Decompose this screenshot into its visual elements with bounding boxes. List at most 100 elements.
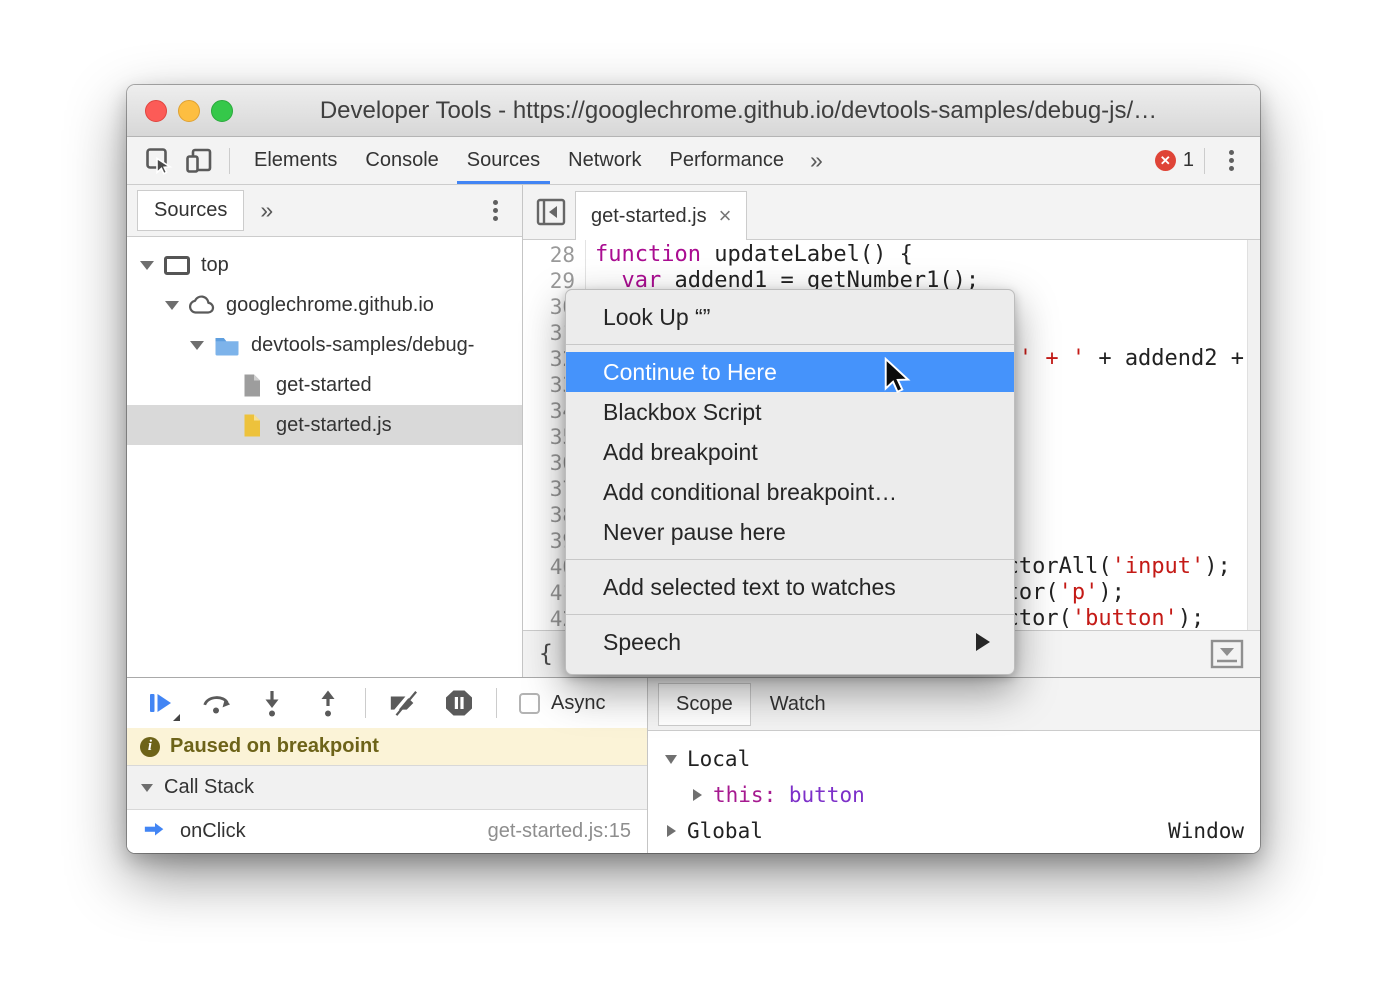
resume-script-icon[interactable] — [145, 688, 175, 718]
editor-scrollbar[interactable] — [1247, 240, 1260, 630]
scope-watch-tabs: Scope Watch — [648, 678, 1260, 731]
context-menu: Look Up “” Continue to HereBlackbox Scrip… — [565, 289, 1015, 675]
tab-scope[interactable]: Scope — [658, 683, 751, 726]
frame-location: get-started.js:15 — [488, 820, 631, 843]
step-out-icon[interactable] — [313, 688, 343, 718]
line-number[interactable]: 28 — [523, 242, 585, 268]
menu-item-label: Speech — [603, 622, 681, 662]
tree-item-get-started-js[interactable]: get-started.js — [127, 405, 522, 445]
step-into-icon[interactable] — [257, 688, 287, 718]
debugger-toolbar: Async — [127, 678, 647, 728]
minimize-window-button[interactable] — [178, 100, 200, 122]
menu-separator — [566, 344, 1014, 345]
menu-item-continue-to-here[interactable]: Continue to Here — [566, 352, 1014, 392]
async-checkbox[interactable] — [519, 693, 540, 714]
mouse-cursor-icon — [879, 357, 913, 398]
frame-icon — [162, 256, 192, 275]
zoom-window-button[interactable] — [211, 100, 233, 122]
call-stack-header[interactable]: Call Stack — [127, 765, 647, 810]
scope-section-label: Local — [687, 747, 750, 771]
error-badge[interactable]: ✕ 1 — [1155, 149, 1194, 172]
panel-tab-console[interactable]: Console — [351, 137, 452, 184]
menu-item-look-up[interactable]: Look Up “” — [566, 297, 1014, 337]
kebab-menu-icon[interactable] — [1215, 150, 1248, 171]
tree-item-label: devtools-samples/debug- — [251, 334, 474, 357]
call-stack-frame[interactable]: onClick get-started.js:15 — [127, 810, 647, 853]
tab-watch[interactable]: Watch — [751, 693, 845, 716]
navigator-header: Sources » — [127, 185, 522, 237]
tree-item-googlechrome-github-io[interactable]: googlechrome.github.io — [127, 285, 522, 325]
chevron-down-icon — [189, 341, 205, 350]
debugger-section: Async i Paused on breakpoint Call Stack … — [127, 677, 1260, 853]
paused-status-text: Paused on breakpoint — [170, 735, 379, 758]
file-gray-icon — [237, 373, 267, 398]
navigator-more-chevron[interactable]: » — [260, 197, 273, 224]
device-toolbar-icon[interactable] — [181, 143, 217, 179]
menu-item-speech[interactable]: Speech — [566, 622, 1014, 662]
scope-row-local[interactable]: Local — [648, 741, 1260, 777]
menu-item-label: Look Up “” — [603, 297, 710, 337]
scope-row-global[interactable]: GlobalWindow — [648, 813, 1260, 849]
navigator-sidebar: Sources » top googlechrome.github.io devto… — [127, 185, 523, 677]
call-stack-title: Call Stack — [164, 776, 254, 799]
menu-item-blackbox-script[interactable]: Blackbox Script — [566, 392, 1014, 432]
tree-item-devtools-samples-debug[interactable]: devtools-samples/debug- — [127, 325, 522, 365]
frame-function-name: onClick — [180, 820, 246, 843]
scope-body: Localthis: buttonGlobalWindow — [648, 731, 1260, 853]
hide-navigator-icon[interactable] — [535, 196, 567, 233]
menu-separator — [566, 559, 1014, 560]
tree-item-label: get-started — [276, 374, 372, 397]
file-tab[interactable]: get-started.js × — [575, 191, 747, 240]
more-panels-chevron[interactable]: » — [798, 147, 835, 174]
close-tab-icon[interactable]: × — [719, 205, 732, 227]
navigator-kebab-icon[interactable] — [479, 200, 512, 221]
chevron-down-icon — [141, 784, 153, 792]
current-frame-arrow-icon — [143, 817, 167, 847]
panel-tabs: ElementsConsoleSourcesNetworkPerformance — [240, 137, 798, 184]
call-stack-list: onClick get-started.js:15 — [127, 810, 647, 853]
debugger-toolbar-divider — [496, 688, 497, 718]
property-name: this: — [713, 783, 776, 807]
file-tree: top googlechrome.github.io devtools-sample… — [127, 237, 522, 445]
pretty-print-button[interactable]: { — [539, 641, 553, 667]
property-value: button — [789, 783, 865, 807]
inspect-element-icon[interactable] — [141, 143, 177, 179]
breakpoint-panel-icon[interactable] — [1210, 639, 1244, 669]
close-window-button[interactable] — [145, 100, 167, 122]
tree-item-top[interactable]: top — [127, 245, 522, 285]
tree-item-get-started[interactable]: get-started — [127, 365, 522, 405]
menu-item-label: Add selected text to watches — [603, 567, 896, 607]
deactivate-breakpoints-icon[interactable] — [388, 688, 418, 718]
scope-row-this[interactable]: this: button — [648, 777, 1260, 813]
chevron-down-icon — [664, 755, 678, 764]
navigator-tab-sources[interactable]: Sources — [137, 190, 244, 231]
menu-item-add-selected-text-to-watches[interactable]: Add selected text to watches — [566, 567, 1014, 607]
menu-item-label: Add conditional breakpoint… — [603, 472, 897, 512]
panel-tab-network[interactable]: Network — [554, 137, 655, 184]
panel-tab-sources[interactable]: Sources — [453, 137, 554, 184]
toolbar-divider — [1204, 148, 1205, 174]
chevron-right-icon — [690, 789, 704, 801]
error-count: 1 — [1183, 149, 1194, 172]
titlebar[interactable]: Developer Tools - https://googlechrome.g… — [127, 85, 1260, 137]
debugger-toolbar-divider — [365, 688, 366, 718]
code-line[interactable]: function updateLabel() { — [586, 242, 1247, 268]
tree-item-label: top — [201, 254, 229, 277]
pause-on-exceptions-icon[interactable] — [444, 688, 474, 718]
devtools-window: Developer Tools - https://googlechrome.g… — [127, 85, 1260, 853]
cloud-icon — [187, 294, 217, 316]
menu-item-label: Continue to Here — [603, 352, 777, 392]
menu-item-label: Add breakpoint — [603, 432, 758, 472]
info-icon: i — [140, 737, 160, 757]
menu-item-add-conditional-breakpoint[interactable]: Add conditional breakpoint… — [566, 472, 1014, 512]
chevron-right-icon — [664, 825, 678, 837]
window-title: Developer Tools - https://googlechrome.g… — [320, 97, 1157, 125]
menu-item-never-pause-here[interactable]: Never pause here — [566, 512, 1014, 552]
step-over-icon[interactable] — [201, 688, 231, 718]
panel-tab-elements[interactable]: Elements — [240, 137, 351, 184]
panel-tab-performance[interactable]: Performance — [656, 137, 799, 184]
error-icon: ✕ — [1155, 150, 1176, 171]
menu-item-add-breakpoint[interactable]: Add breakpoint — [566, 432, 1014, 472]
submenu-arrow-icon — [976, 633, 990, 651]
menu-item-label: Blackbox Script — [603, 392, 762, 432]
